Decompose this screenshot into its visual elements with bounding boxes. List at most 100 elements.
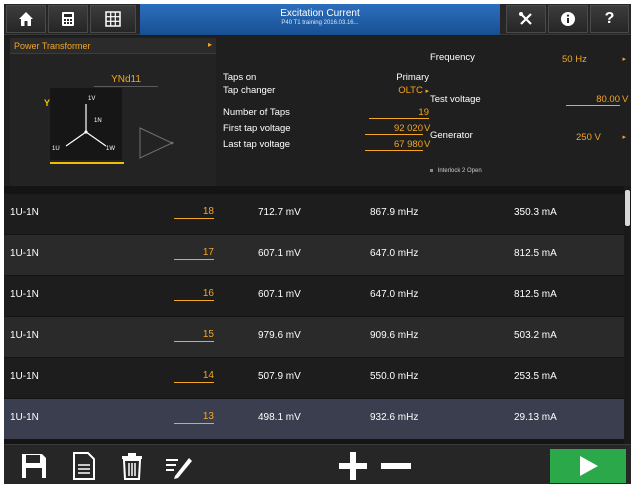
taps-on-value[interactable]: Primary [379,72,429,83]
tap-changer-select[interactable]: OLTC ▸ [379,85,429,96]
phase-cell: 1U-1N [10,371,39,382]
delta-diagram-icon [139,127,174,159]
generator-label: Generator [430,130,473,141]
tools-button[interactable] [506,5,546,33]
tap-number-field[interactable]: 16 [174,288,214,301]
vector-diagram-primary: 1V 1N 1U 1W [50,88,122,160]
page-title: Excitation Current [280,8,360,19]
tap-changer-value: OLTC [398,85,423,96]
test-voltage-label: Test voltage [430,94,481,105]
first-tap-voltage-label: First tap voltage [223,123,291,134]
transformer-panel: Power Transformer ▸ YNd11 YN d11 1V 1N 1… [10,38,216,186]
taps-on-label: Taps on [223,72,257,83]
tap-number-field[interactable]: 15 [174,329,214,342]
grid-button[interactable] [90,5,136,33]
help-icon: ? [604,10,615,27]
tap-number-field[interactable]: 14 [174,370,214,383]
frequency-cell: 909.6 mHz [370,330,419,341]
number-of-taps-field[interactable]: 19 [369,107,429,119]
phase-1n-label: 1N [94,118,102,124]
tap-changer-label: Tap changer [223,85,276,96]
test-voltage-unit: V [622,94,629,105]
generator-select[interactable]: 250 V ▸ [576,132,626,143]
test-voltage-field[interactable]: 80.00 [566,94,620,106]
current-cell: 812.5 mA [514,289,557,300]
vector-group-field[interactable]: YNd11 [94,74,158,87]
home-button[interactable] [6,5,46,33]
info-button[interactable] [548,5,588,33]
frequency-label: Frequency [430,52,475,63]
frequency-cell: 932.6 mHz [370,412,419,423]
first-tap-voltage-field[interactable]: 92 020 [365,123,423,135]
page-subtitle: P40 T1 training 2016.03.16... [281,20,359,26]
play-icon [580,456,598,476]
phase-1u-label: 1U [52,146,60,152]
tap-number-field[interactable]: 17 [174,247,214,260]
taps-panel: Taps on Primary Tap changer OLTC ▸ Numbe… [219,38,431,186]
report-icon [73,452,95,480]
frequency-select[interactable]: 50 Hz ▸ [562,54,626,65]
table-row[interactable]: 1U-1N 498.1 mV 932.6 mHz 29.13 mA 13 [4,399,624,439]
generator-value: 250 V [576,132,601,143]
help-button[interactable]: ? [590,5,629,33]
tap-number-field[interactable]: 18 [174,206,214,219]
dropdown-arrow-icon: ▸ [622,56,626,63]
frequency-cell: 550.0 mHz [370,371,419,382]
number-of-taps-label: Number of Taps [223,107,290,118]
phase-cell: 1U-1N [10,207,39,218]
trash-icon [122,453,142,480]
results-table: 1U-1N 712.7 mV 867.9 mHz 350.3 mA 18 1U-1N 607… [4,186,631,444]
current-cell: 350.3 mA [514,207,557,218]
phase-1w-label: 1W [106,146,115,152]
home-icon [19,12,33,26]
table-scrollbar[interactable] [624,186,631,444]
frequency-cell: 867.9 mHz [370,207,419,218]
transformer-type-select[interactable]: Power Transformer ▸ [10,38,216,54]
calculator-icon [62,12,74,26]
save-icon [22,454,46,478]
minus-icon [381,463,411,469]
phase-1v-label: 1V [88,96,96,102]
current-cell: 812.5 mA [514,248,557,259]
report-button[interactable] [64,449,104,483]
measurement-panel: Frequency 50 Hz ▸ Test voltage 80.00 V G… [426,38,631,186]
transformer-type-label: Power Transformer [14,41,91,51]
bottom-toolbar [4,444,631,484]
voltage-cell: 979.6 mV [258,330,301,341]
current-cell: 253.5 mA [514,371,557,382]
current-cell: 29.13 mA [514,412,557,423]
grid-icon [105,11,121,27]
vector-diagram-underline [50,162,124,164]
title-bar: Excitation Current P40 T1 training 2016.… [140,4,500,35]
calculator-button[interactable] [48,5,88,33]
top-toolbar: Excitation Current P40 T1 training 2016.… [4,4,631,35]
voltage-cell: 498.1 mV [258,412,301,423]
edit-button[interactable] [156,449,200,483]
table-row[interactable]: 1U-1N 712.7 mV 867.9 mHz 350.3 mA 18 [4,194,624,234]
voltage-cell: 607.1 mV [258,248,301,259]
table-row[interactable]: 1U-1N 607.1 mV 647.0 mHz 812.5 mA 16 [4,276,624,316]
phase-cell: 1U-1N [10,330,39,341]
remove-button[interactable] [376,449,416,483]
phase-cell: 1U-1N [10,289,39,300]
scrollbar-thumb[interactable] [625,190,630,226]
interlock-dot-icon [430,169,433,172]
edit-icon [166,458,192,479]
interlock-status: Interlock 2 Open [430,168,482,174]
current-cell: 503.2 mA [514,330,557,341]
table-row[interactable]: 1U-1N 607.1 mV 647.0 mHz 812.5 mA 17 [4,235,624,275]
frequency-value: 50 Hz [562,54,587,65]
delete-button[interactable] [112,449,152,483]
phase-cell: 1U-1N [10,248,39,259]
last-tap-voltage-field[interactable]: 67 980 [365,139,423,151]
last-tap-voltage-label: Last tap voltage [223,139,291,150]
run-button[interactable] [550,449,626,483]
add-button[interactable] [334,449,372,483]
frequency-cell: 647.0 mHz [370,248,419,259]
tap-number-field[interactable]: 13 [174,411,214,424]
table-row[interactable]: 1U-1N 979.6 mV 909.6 mHz 503.2 mA 15 [4,317,624,357]
table-row[interactable]: 1U-1N 507.9 mV 550.0 mHz 253.5 mA 14 [4,358,624,398]
save-button[interactable] [14,449,54,483]
plus-icon [339,452,367,480]
dropdown-arrow-icon: ▸ [207,40,212,49]
